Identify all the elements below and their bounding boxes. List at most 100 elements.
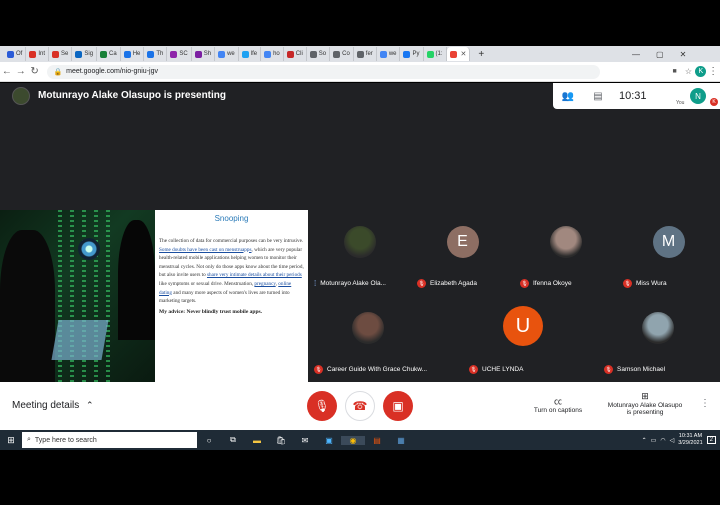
notifications-icon[interactable]: 2 [706, 436, 716, 444]
taskbar-search[interactable]: ⌕ Type here to search [22, 432, 197, 448]
tab-label: fer [365, 51, 373, 57]
office-icon[interactable]: ▤ [365, 436, 389, 445]
browser-tab[interactable]: Co [330, 47, 354, 61]
participant-name: UCHE LYNDA [482, 366, 524, 373]
forward-icon[interactable]: → [14, 66, 28, 77]
participant-name: Career Guide With Grace Chukw... [327, 366, 428, 373]
windows-taskbar: ⊞ ⌕ Type here to search ○ ⧉ ▬ 🛍 ✉ ▣ ◉ ▤ … [0, 430, 720, 450]
leave-call-button[interactable]: ☎ [345, 391, 375, 421]
tab-favicon-icon [29, 50, 37, 58]
participant-tile[interactable]: M 🎙 Miss Wura [617, 210, 720, 296]
participant-name-row: 🎙 Samson Michael [604, 365, 665, 374]
presenting-line2: is presenting [626, 409, 664, 416]
browser-toolbar: ← → ↻ 🔒 meet.google.com/nio-gniu-jgv ■ ☆… [0, 62, 720, 82]
participant-tile[interactable]: E 🎙 Elizabeth Agada [411, 210, 514, 296]
second-figure-silhouette [118, 220, 155, 340]
participant-tile[interactable]: 🎙 Ifenna Okoye [514, 210, 617, 296]
slide-link[interactable]: share very intimate details about their … [207, 272, 302, 278]
slide-link[interactable]: Some doubts have been cast on menstruapp… [159, 247, 252, 253]
browser-tab[interactable]: Th [144, 47, 168, 61]
battery-icon[interactable]: ▭ [651, 437, 657, 444]
browser-tab[interactable]: lfe [239, 47, 262, 61]
browser-tab[interactable]: (1: [424, 47, 447, 61]
browser-tab[interactable]: we [215, 47, 239, 61]
minimize-icon[interactable]: — [632, 50, 640, 59]
laptop-screen [51, 320, 109, 360]
app-icon[interactable]: ▣ [317, 436, 341, 445]
tray-chevron-icon[interactable]: ⌃ [642, 437, 647, 444]
browser-tab[interactable]: SC [167, 47, 192, 61]
task-view-icon[interactable]: ⧉ [221, 435, 245, 445]
slide-body: The collection of data for commercial pu… [159, 237, 304, 306]
browser-tab[interactable]: Sh [192, 47, 216, 61]
participant-name-row: 🎙 Elizabeth Agada [417, 279, 477, 288]
participant-name-row: 🎙 Ifenna Okoye [520, 279, 572, 288]
camera-off-button[interactable]: ▣ [383, 391, 413, 421]
browser-tab[interactable]: He [121, 47, 145, 61]
browser-tab[interactable]: So [307, 47, 331, 61]
browser-tab[interactable]: Sig [72, 47, 98, 61]
close-tab-icon[interactable]: ✕ [461, 50, 467, 58]
speaking-indicator-icon: ⁞ [314, 279, 317, 288]
presenting-button[interactable]: ⊞ Motunrayo Alake Olasupo is presenting [600, 391, 690, 416]
address-bar[interactable]: 🔒 meet.google.com/nio-gniu-jgv [47, 64, 600, 79]
participant-tile[interactable]: U 🎙 UCHE LYNDA [463, 296, 583, 382]
app2-icon[interactable]: ▦ [389, 436, 413, 445]
cortana-icon[interactable]: ○ [197, 436, 221, 445]
tab-label: SC [179, 51, 188, 57]
participant-tile[interactable]: 🎙 Career Guide With Grace Chukw... [308, 296, 428, 382]
mic-muted-icon: 🎙 [314, 365, 323, 374]
participant-name-row: ⁞ Motunrayo Alake Ola... [314, 279, 386, 288]
participant-name-row: 🎙 Miss Wura [623, 279, 667, 288]
browser-tab[interactable]: Py [400, 47, 424, 61]
slide-link[interactable]: pregnancy [254, 281, 275, 287]
browser-tab[interactable]: Ca [97, 47, 121, 61]
participant-name: Miss Wura [636, 280, 667, 287]
participant-tile[interactable]: ⁞ Motunrayo Alake Ola... [308, 210, 411, 296]
reload-icon[interactable]: ↻ [28, 66, 42, 77]
mic-off-button[interactable]: 🎙 [307, 391, 337, 421]
browser-tab[interactable]: fer [354, 47, 377, 61]
slide-heading: Snooping [214, 214, 249, 223]
tab-favicon-icon [123, 50, 131, 58]
tab-label: (1: [435, 51, 443, 57]
participant-tile[interactable]: 🎙 Samson Michael [598, 296, 718, 382]
file-explorer-icon[interactable]: ▬ [245, 436, 269, 445]
more-options-icon[interactable]: ⋮ [700, 398, 710, 409]
maximize-icon[interactable]: ▢ [656, 50, 664, 59]
chat-icon[interactable]: ▤ [583, 91, 613, 102]
bookmark-star-icon[interactable]: ☆ [682, 67, 696, 76]
browser-tab[interactable]: Int [26, 47, 50, 61]
back-icon[interactable]: ← [0, 66, 14, 77]
people-icon[interactable]: 👥 [553, 91, 583, 102]
tab-favicon-icon [100, 50, 108, 58]
tray-clock[interactable]: 10:31 AM 3/29/2021 [678, 433, 702, 447]
you-avatar[interactable]: N [690, 88, 706, 104]
captions-button[interactable]: ㏄ Turn on captions [528, 396, 588, 414]
browser-menu-icon[interactable]: ⋮ [706, 66, 720, 77]
meeting-details-button[interactable]: Meeting details ⌃ [12, 400, 94, 411]
tab-favicon-icon [403, 50, 411, 58]
store-icon[interactable]: 🛍 [269, 436, 293, 445]
browser-tab[interactable]: ✕ [446, 47, 471, 61]
camera-icon[interactable]: ■ [668, 68, 682, 75]
chrome-icon[interactable]: ◉ [341, 435, 365, 445]
mail-icon[interactable]: ✉ [293, 436, 317, 445]
mic-muted-icon: 🎙 [623, 279, 632, 288]
volume-icon[interactable]: ◁ [670, 437, 675, 444]
mic-muted-icon: 🎙 [417, 279, 426, 288]
new-tab-button[interactable]: + [478, 49, 484, 60]
url-text: meet.google.com/nio-gniu-jgv [66, 68, 158, 75]
profile-avatar[interactable]: K [695, 66, 707, 77]
tab-favicon-icon [52, 50, 60, 58]
slide-text: The collection of data for commercial pu… [159, 238, 304, 244]
wifi-icon[interactable]: ◠ [660, 437, 665, 444]
browser-tab[interactable]: Se [49, 47, 73, 61]
browser-tab[interactable]: Cli [284, 47, 307, 61]
windows-start-icon[interactable]: ⊞ [0, 435, 22, 446]
tab-label: Th [156, 51, 164, 57]
close-window-icon[interactable]: ✕ [680, 50, 687, 59]
browser-tab[interactable]: ho [261, 47, 284, 61]
browser-tab[interactable]: Of [4, 47, 27, 61]
browser-tab[interactable]: we [377, 47, 401, 61]
